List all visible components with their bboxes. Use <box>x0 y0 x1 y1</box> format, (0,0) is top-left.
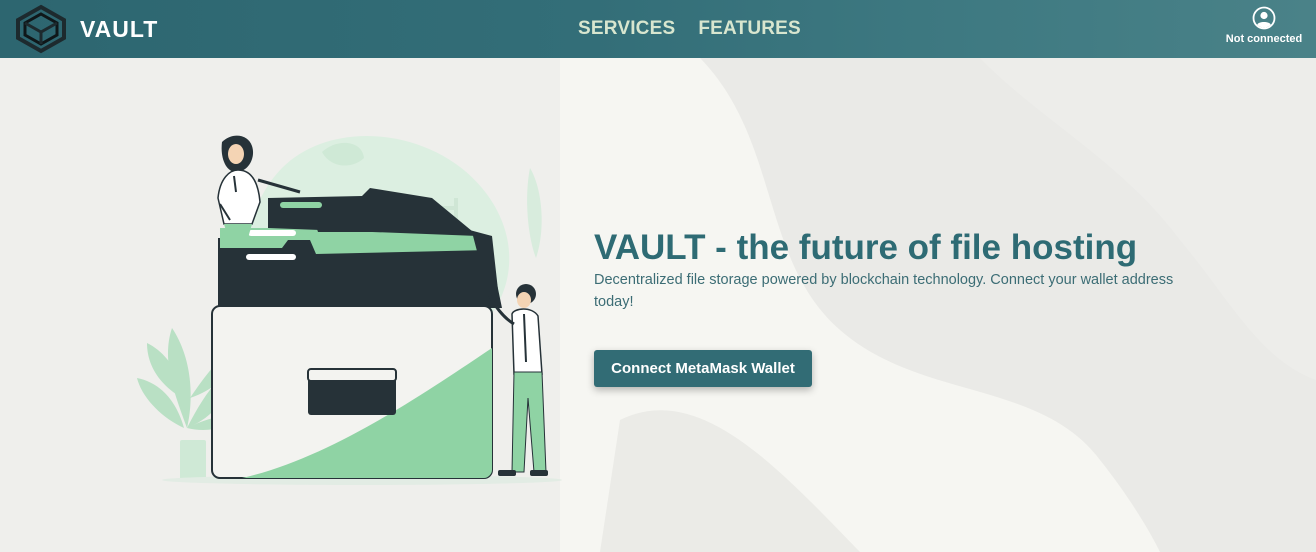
logo-icon[interactable] <box>12 4 70 54</box>
account-status[interactable]: Not connected <box>1222 6 1306 45</box>
connect-metamask-button[interactable]: Connect MetaMask Wallet <box>594 350 812 387</box>
people-with-folders-illustration <box>137 135 562 485</box>
nav-links: SERVICES FEATURES <box>578 18 801 40</box>
account-status-label: Not connected <box>1225 33 1303 45</box>
nav-link-features[interactable]: FEATURES <box>698 18 801 40</box>
nav-link-services[interactable]: SERVICES <box>578 18 675 40</box>
hero-section: VAULT - the future of file hosting Decen… <box>594 228 1214 313</box>
hero-title: VAULT - the future of file hosting <box>594 228 1138 267</box>
user-circle-icon[interactable] <box>1252 6 1276 30</box>
hero-subtitle: Decentralized file storage powered by bl… <box>594 272 1174 310</box>
brand-name[interactable]: VAULT <box>80 16 158 43</box>
top-navbar: VAULT SERVICES FEATURES Not connected <box>0 0 1316 58</box>
